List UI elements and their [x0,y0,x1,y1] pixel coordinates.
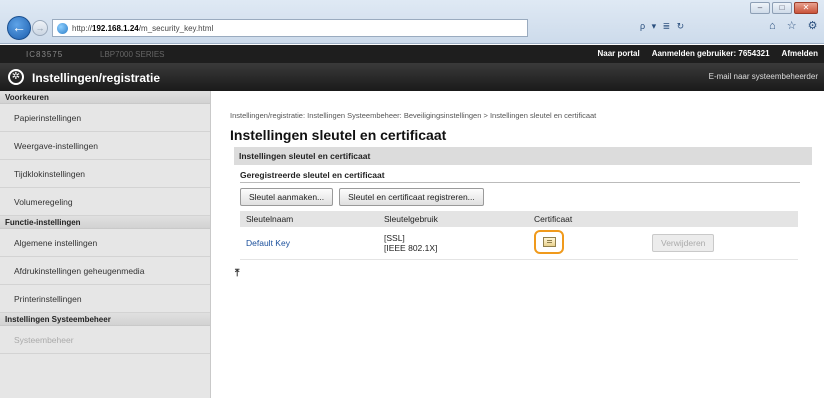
app-title: Instellingen/registratie [32,71,161,85]
window-controls: – □ ✕ [750,2,818,14]
settings-gear-icon: ✲ [8,69,24,85]
sidebar-section-admin: Instellingen Systeembeheer [0,313,210,326]
delete-button: Verwijderen [652,233,715,252]
default-key-link[interactable]: Default Key [246,238,290,248]
table-header-row: Sleutelnaam Sleutelgebruik Certificaat [240,211,798,227]
sidebar-section-functions: Functie-instellingen [0,216,210,229]
subsection-header: Geregistreerde sleutel en certificaat [240,168,800,183]
usage-ssl: [SSL] [384,232,405,243]
back-arrow-icon[interactable]: ← [7,16,31,40]
section-header: Instellingen sleutel en certificaat [234,147,812,165]
col-actions [646,211,798,227]
sidebar-section-prefs: Voorkeuren [0,91,210,104]
sidebar-item-media-print[interactable]: Afdrukinstellingen geheugenmedia [0,257,210,285]
sidebar-item-sysadmin[interactable]: Systeembeheer [0,326,210,354]
mail-admin-link[interactable]: E-mail naar systeembeheerder [709,72,818,81]
actions-cell: Verwijderen [646,227,798,260]
search-refresh-icons[interactable]: ρ ▾ ≣ ↻ [640,21,686,32]
certificate-button[interactable] [534,229,564,254]
top-links: Naar portal Aanmelden gebruiker: 7654321… [597,49,818,58]
action-buttons: Sleutel aanmaken... Sleutel en certifica… [240,188,812,206]
certificate-cell [528,227,646,260]
sidebar-item-volume[interactable]: Volumeregeling [0,188,210,216]
key-name-cell: Default Key [240,227,378,260]
register-key-cert-button[interactable]: Sleutel en certificaat registreren... [339,188,484,206]
certificate-icon [543,236,556,247]
col-key-name: Sleutelnaam [240,211,378,227]
generate-key-button[interactable]: Sleutel aanmaken... [240,188,334,206]
main-content: Instellingen/registratie: Instellingen S… [230,111,812,279]
app-header: ✲ Instellingen/registratie E-mail naar s… [0,63,824,91]
url-prefix: http:// [72,23,93,33]
url-host: 192.168.1.24 [92,23,139,33]
close-button[interactable]: ✕ [794,2,818,14]
sidebar-item-general[interactable]: Algemene instellingen [0,229,210,257]
usage-ieee: [IEEE 802.1X] [384,242,438,253]
keys-table: Sleutelnaam Sleutelgebruik Certificaat D… [240,211,798,260]
site-globe-icon [57,22,68,34]
forward-arrow-icon[interactable]: → [32,20,48,36]
sidebar-item-paper[interactable]: Papierinstellingen [0,104,210,132]
col-certificate: Certificaat [528,211,646,227]
page-title: Instellingen sleutel en certificaat [230,127,447,143]
device-model: LBP7000 SERIES [100,50,165,59]
col-key-usage: Sleutelgebruik [378,211,528,227]
address-bar[interactable]: http://192.168.1.24/m_security_key.html [52,19,528,37]
sidebar-item-printer[interactable]: Printerinstellingen [0,285,210,313]
home-star-gear-icons[interactable]: ⌂ ☆ ⚙ [769,19,821,32]
url-path: /m_security_key.html [138,23,214,33]
breadcrumb: Instellingen/registratie: Instellingen S… [230,111,597,120]
sidebar-item-clock[interactable]: Tijdklokinstellingen [0,160,210,188]
portal-link[interactable]: Naar portal [597,49,639,58]
key-usage-cell: [SSL] [IEEE 802.1X] [378,227,528,260]
top-bar: IC83575 LBP7000 SERIES Naar portal Aanme… [0,45,824,63]
browser-chrome: – □ ✕ ← → http://192.168.1.24/m_security… [0,0,824,44]
device-name: IC83575 [26,50,64,59]
logout-link[interactable]: Afmelden [782,49,818,58]
sidebar: Voorkeuren Papierinstellingen Weergave-i… [0,91,211,398]
table-row: Default Key [SSL] [IEEE 802.1X] Verwijde… [240,227,798,260]
sidebar-item-display[interactable]: Weergave-instellingen [0,132,210,160]
login-user-text: Aanmelden gebruiker: 7654321 [651,49,770,58]
maximize-button[interactable]: □ [772,2,792,14]
minimize-button[interactable]: – [750,2,770,14]
back-to-top-icon[interactable]: ⤒ [235,268,812,279]
